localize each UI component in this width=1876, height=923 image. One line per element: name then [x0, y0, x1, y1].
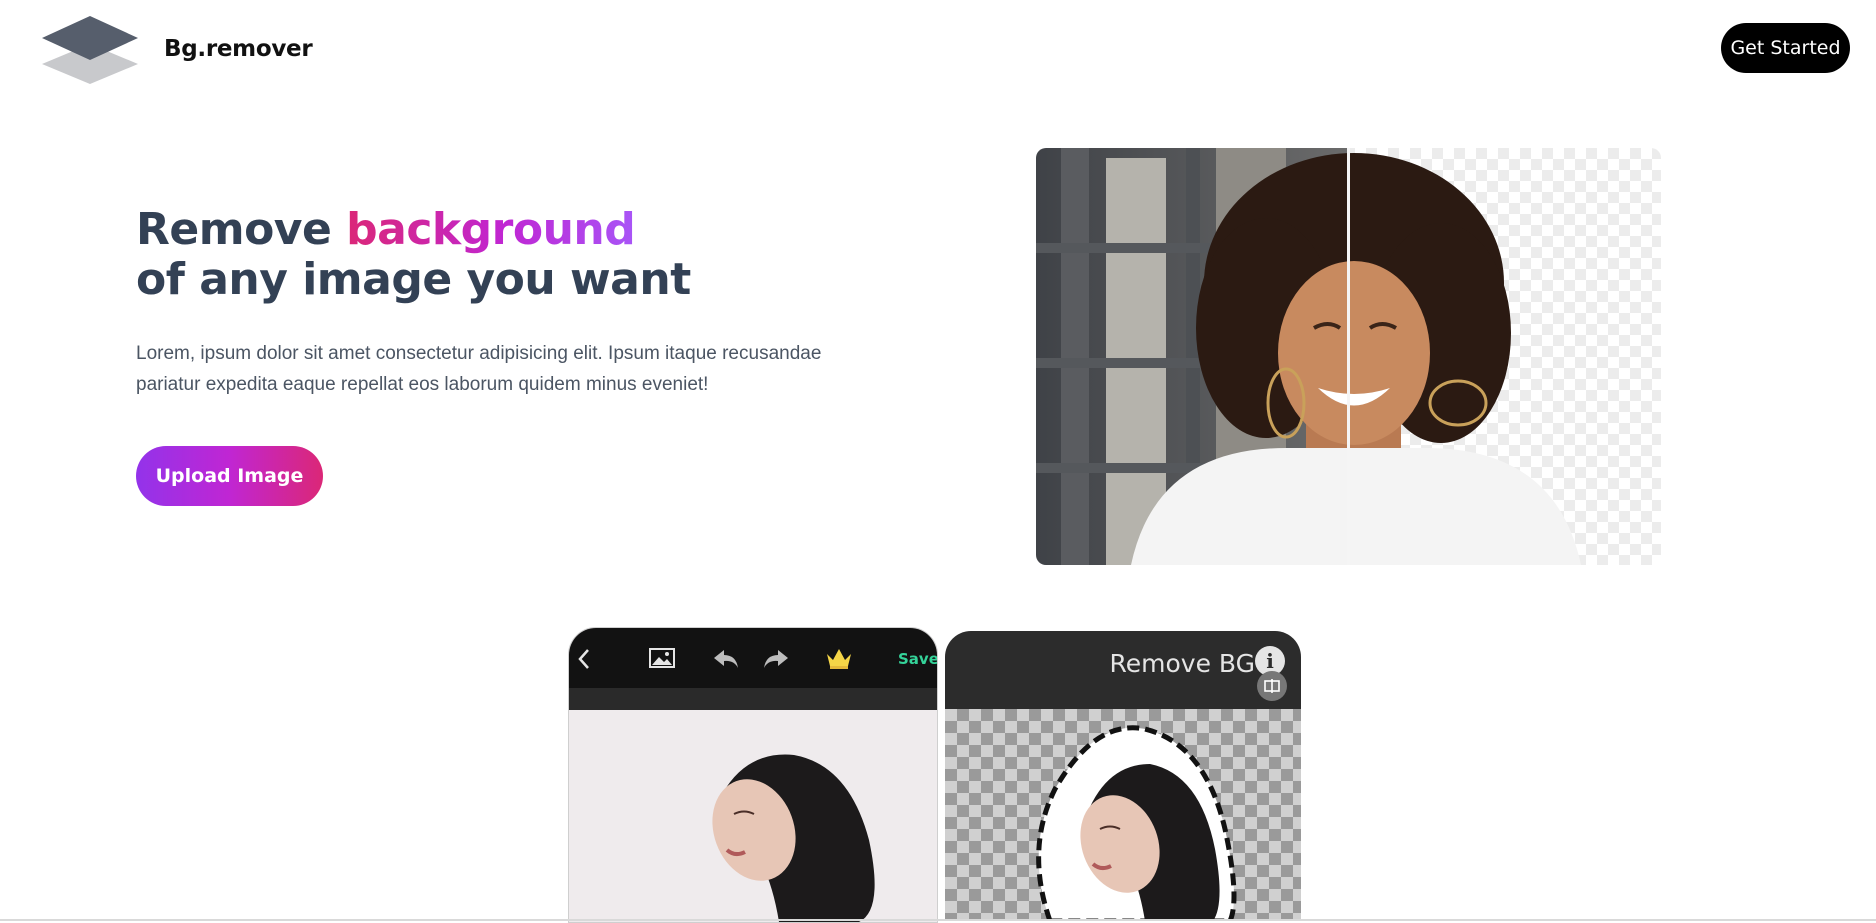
hero-title: Remove background of any image you want	[136, 205, 896, 305]
woman-photo	[569, 710, 937, 922]
editor-subbar	[569, 688, 937, 710]
redo-icon[interactable]	[762, 648, 790, 670]
remove-bg-title: Remove BG	[1109, 649, 1255, 678]
get-started-button[interactable]: Get Started	[1721, 23, 1850, 73]
hero-title-highlight: background	[346, 204, 636, 255]
editor-toolbar: Save	[569, 628, 937, 688]
hero-title-line2: of any image you want	[136, 254, 691, 305]
before-after-illustration	[1036, 148, 1661, 565]
compare-icon[interactable]	[1257, 671, 1287, 701]
cutout-photo	[1036, 725, 1237, 921]
before-after-image	[1036, 148, 1661, 565]
brand-name[interactable]: Bg.remover	[164, 36, 313, 62]
back-chevron-icon[interactable]	[577, 648, 591, 670]
layers-logo-icon[interactable]	[38, 14, 142, 86]
compare-glyph-icon	[1264, 679, 1280, 693]
site-header: Bg.remover Get Started	[0, 0, 1876, 100]
upload-image-button[interactable]: Upload Image	[136, 446, 323, 506]
hero-title-part1: Remove	[136, 204, 347, 255]
image-icon[interactable]	[649, 648, 675, 668]
crown-icon[interactable]	[825, 646, 853, 670]
undo-icon[interactable]	[712, 648, 740, 670]
remove-bg-phone-mockup: Remove BG i	[945, 631, 1301, 921]
save-button[interactable]: Save	[898, 650, 937, 668]
hero-text: Remove background of any image you want …	[136, 205, 896, 400]
hero-description: Lorem, ipsum dolor sit amet consectetur …	[136, 343, 822, 395]
editor-phone-mockup: Save	[568, 627, 938, 923]
